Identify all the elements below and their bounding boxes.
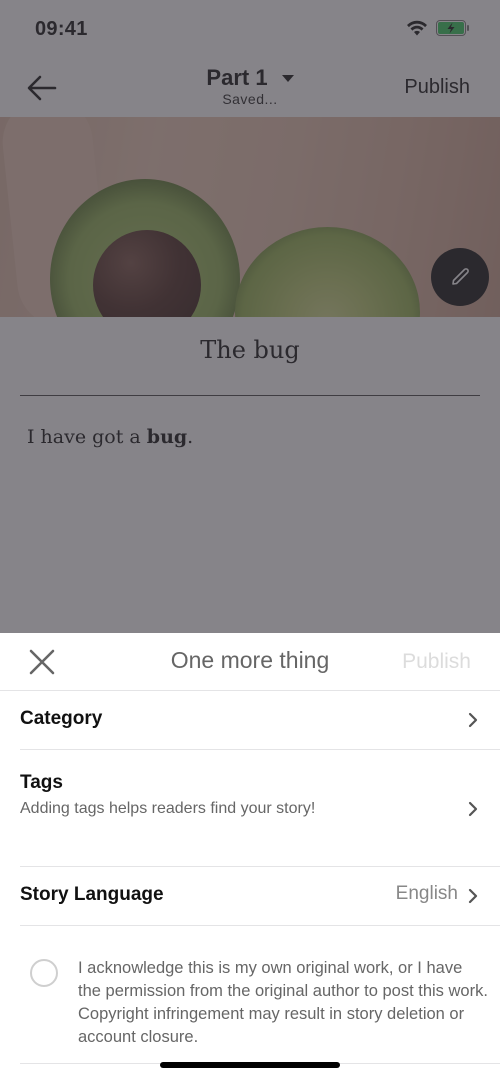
modal-backdrop[interactable] [0, 0, 500, 640]
chevron-right-icon [468, 712, 478, 728]
story-language-row[interactable]: Story Language English [20, 867, 500, 926]
tags-hint: Adding tags helps readers find your stor… [20, 800, 316, 817]
home-indicator [160, 1062, 340, 1068]
tags-label: Tags [20, 772, 63, 793]
chevron-right-icon [468, 888, 478, 904]
story-language-label: Story Language [20, 884, 164, 905]
publish-sheet: One more thing Publish Category Tags Add… [0, 633, 500, 1080]
acknowledgement-checkbox[interactable] [30, 959, 58, 987]
category-row[interactable]: Category [20, 691, 500, 750]
acknowledgement-text: I acknowledge this is my own original wo… [78, 959, 488, 1046]
category-label: Category [20, 708, 103, 729]
chevron-right-icon [468, 801, 478, 817]
sheet-publish-button[interactable]: Publish [402, 650, 471, 674]
acknowledgement-row: I acknowledge this is my own original wo… [20, 926, 500, 1064]
sheet-header: One more thing Publish [0, 633, 500, 691]
tags-row[interactable]: Tags Adding tags helps readers find your… [20, 750, 500, 867]
story-language-value: English [395, 883, 458, 904]
